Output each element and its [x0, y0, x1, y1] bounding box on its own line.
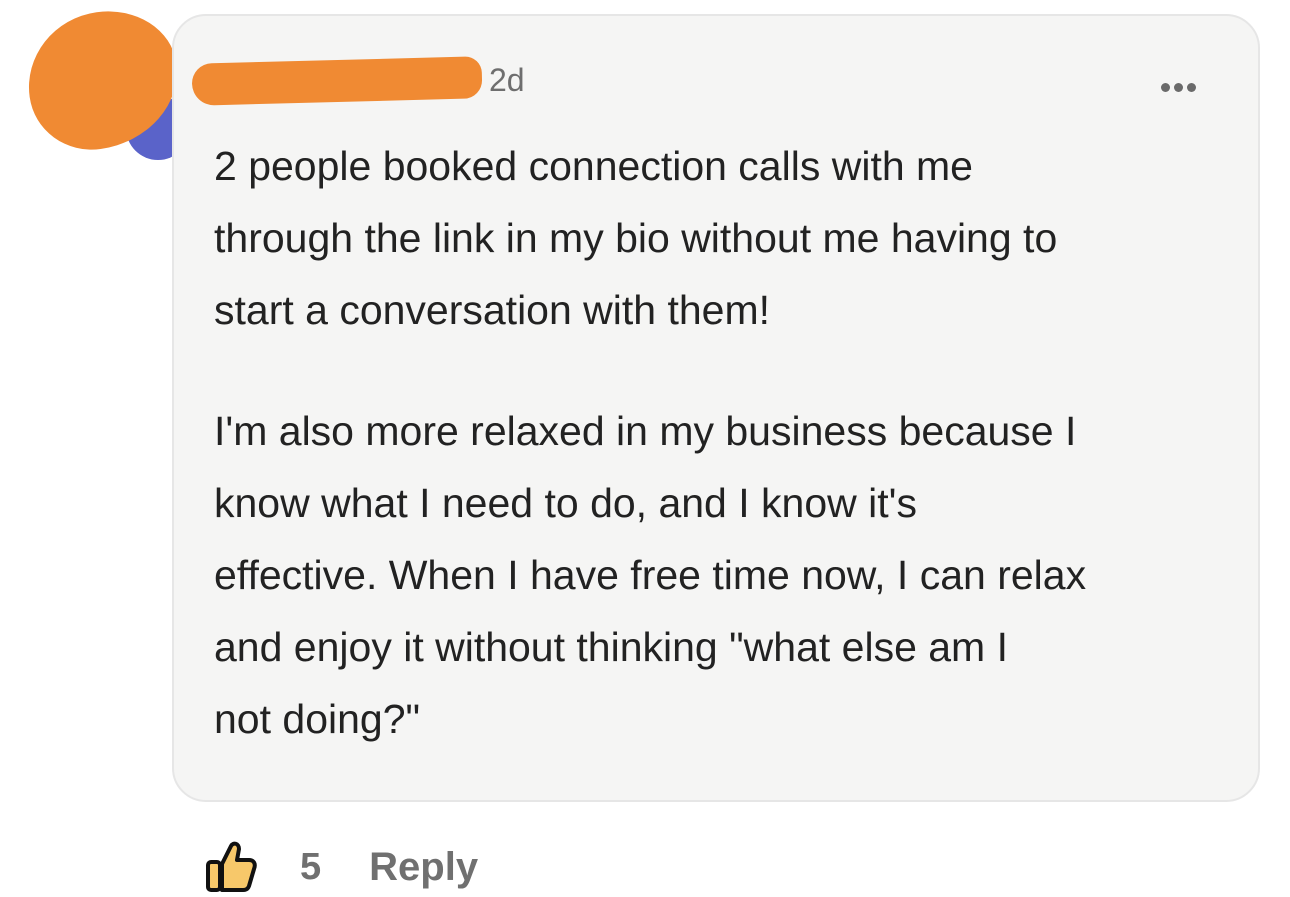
more-horizontal-icon: [1160, 82, 1170, 92]
thumbs-up-icon[interactable]: [200, 838, 258, 896]
comment-actions: 5 Reply: [200, 832, 478, 897]
more-options-button[interactable]: [1150, 70, 1206, 104]
more-horizontal-icon-dot: [1186, 82, 1196, 92]
comment-timestamp: 2d: [489, 62, 525, 98]
more-horizontal-icon-dot: [1173, 82, 1183, 92]
author-redaction: [191, 56, 483, 106]
comment-paragraph: I'm also more relaxed in my business bec…: [214, 408, 1087, 742]
reply-button[interactable]: Reply: [369, 845, 478, 890]
comment-thread: 2d 2 people booked connection calls with…: [0, 0, 1290, 897]
comment-text: 2 people booked connection calls with me…: [214, 130, 1244, 755]
avatar[interactable]: [19, 2, 190, 160]
like-count: 5: [300, 845, 322, 888]
comment-paragraph: 2 people booked connection calls with me…: [214, 143, 1058, 333]
